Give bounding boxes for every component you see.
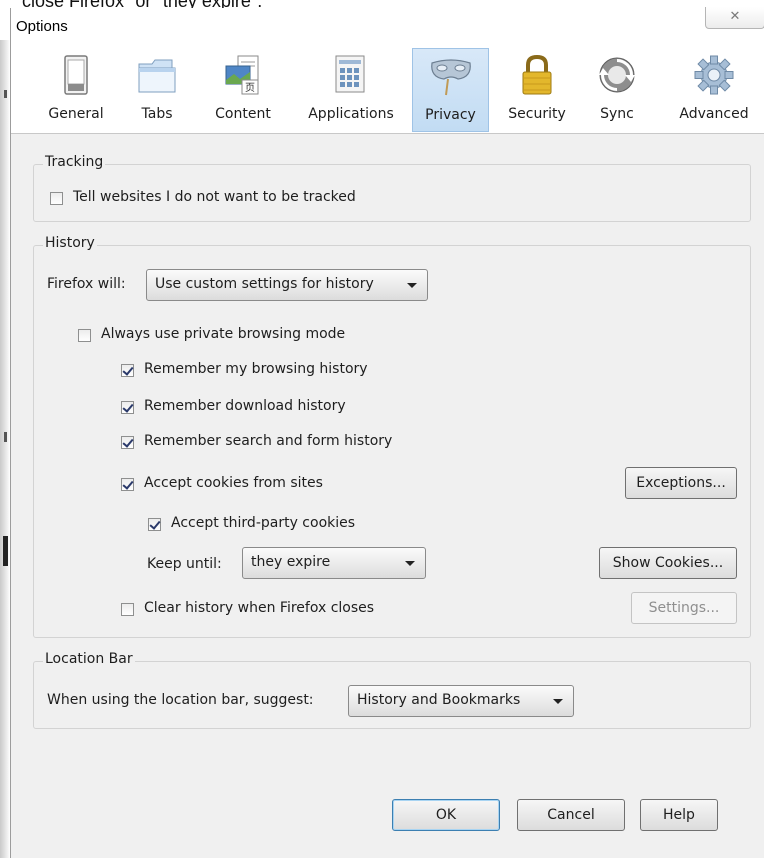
privacy-mask-icon <box>430 59 471 96</box>
private-mode-label: Always use private browsing mode <box>101 326 346 342</box>
background-window-edge <box>0 40 10 858</box>
tab-label: General <box>48 106 104 122</box>
close-icon: ✕ <box>729 9 741 24</box>
remember-search-checkbox[interactable] <box>121 436 134 449</box>
tracking-legend: Tracking <box>43 154 106 170</box>
chevron-down-icon <box>407 283 417 288</box>
chevron-down-icon <box>405 561 415 566</box>
category-toolbar: General Tabs 页 Content Applications Priv… <box>11 46 764 134</box>
window-title: Options <box>16 18 68 35</box>
do-not-track-label: Tell websites I do not want to be tracke… <box>73 189 356 205</box>
keep-until-label: Keep until: <box>147 556 222 572</box>
tab-label: Content <box>215 106 271 122</box>
close-button[interactable]: ✕ <box>705 7 764 29</box>
history-mode-dropdown[interactable]: Use custom settings for history <box>146 269 428 301</box>
tab-label: Applications <box>308 106 394 122</box>
remember-search-label: Remember search and form history <box>144 433 393 449</box>
clear-history-label: Clear history when Firefox closes <box>144 600 375 616</box>
tab-advanced[interactable]: Advanced <box>667 48 761 132</box>
history-mode-value: Use custom settings for history <box>155 276 374 292</box>
tabs-icon <box>138 59 176 93</box>
edge-mark <box>3 536 8 566</box>
clear-history-settings-button[interactable]: Settings... <box>631 592 737 624</box>
suggest-label: When using the location bar, suggest: <box>47 692 314 708</box>
edge-mark <box>4 90 7 98</box>
edge-mark <box>4 432 7 442</box>
location-bar-legend: Location Bar <box>43 651 135 667</box>
exceptions-button[interactable]: Exceptions... <box>625 467 737 499</box>
tab-privacy[interactable]: Privacy <box>412 48 489 132</box>
svg-text:页: 页 <box>245 82 255 94</box>
general-switch-icon <box>64 55 88 95</box>
tab-label: Advanced <box>679 106 749 122</box>
sync-icon <box>599 57 635 93</box>
third-party-cookies-checkbox[interactable] <box>148 518 161 531</box>
clear-history-checkbox[interactable] <box>121 603 134 616</box>
firefox-will-label: Firefox will: <box>47 276 126 292</box>
chevron-down-icon <box>553 699 563 704</box>
tab-label: Security <box>508 106 566 122</box>
do-not-track-checkbox[interactable] <box>50 192 63 205</box>
remember-browsing-checkbox[interactable] <box>121 364 134 377</box>
remember-browsing-label: Remember my browsing history <box>144 361 368 377</box>
accept-cookies-checkbox[interactable] <box>121 478 134 491</box>
gear-icon <box>694 55 734 95</box>
suggest-dropdown[interactable]: History and Bookmarks <box>348 685 574 717</box>
keep-until-dropdown[interactable]: they expire <box>242 547 426 579</box>
content-icon: 页 <box>225 55 259 95</box>
tab-label: Privacy <box>425 107 476 123</box>
tab-label: Sync <box>600 106 634 122</box>
remember-download-checkbox[interactable] <box>121 401 134 414</box>
accept-cookies-label: Accept cookies from sites <box>144 475 323 491</box>
tab-label: Tabs <box>141 106 173 122</box>
tab-sync[interactable]: Sync <box>589 48 645 132</box>
remember-download-label: Remember download history <box>144 398 346 414</box>
ok-button[interactable]: OK <box>392 799 500 831</box>
history-legend: History <box>43 235 97 251</box>
tab-general[interactable]: General <box>45 48 107 132</box>
title-bar: Options ✕ <box>11 7 764 46</box>
tab-content[interactable]: 页 Content <box>207 48 279 132</box>
padlock-icon <box>522 54 552 95</box>
keep-until-value: they expire <box>251 554 331 570</box>
tab-applications[interactable]: Applications <box>299 48 403 132</box>
help-button[interactable]: Help <box>640 799 718 831</box>
show-cookies-button[interactable]: Show Cookies... <box>599 547 737 579</box>
third-party-cookies-label: Accept third-party cookies <box>171 515 356 531</box>
cancel-button[interactable]: Cancel <box>517 799 625 831</box>
private-mode-checkbox[interactable] <box>78 329 91 342</box>
suggest-value: History and Bookmarks <box>357 692 521 708</box>
options-dialog: Options ✕ General Tabs 页 Content Applica… <box>10 7 764 858</box>
tab-security[interactable]: Security <box>499 48 575 132</box>
tab-tabs[interactable]: Tabs <box>129 48 185 132</box>
applications-icon <box>335 55 365 93</box>
